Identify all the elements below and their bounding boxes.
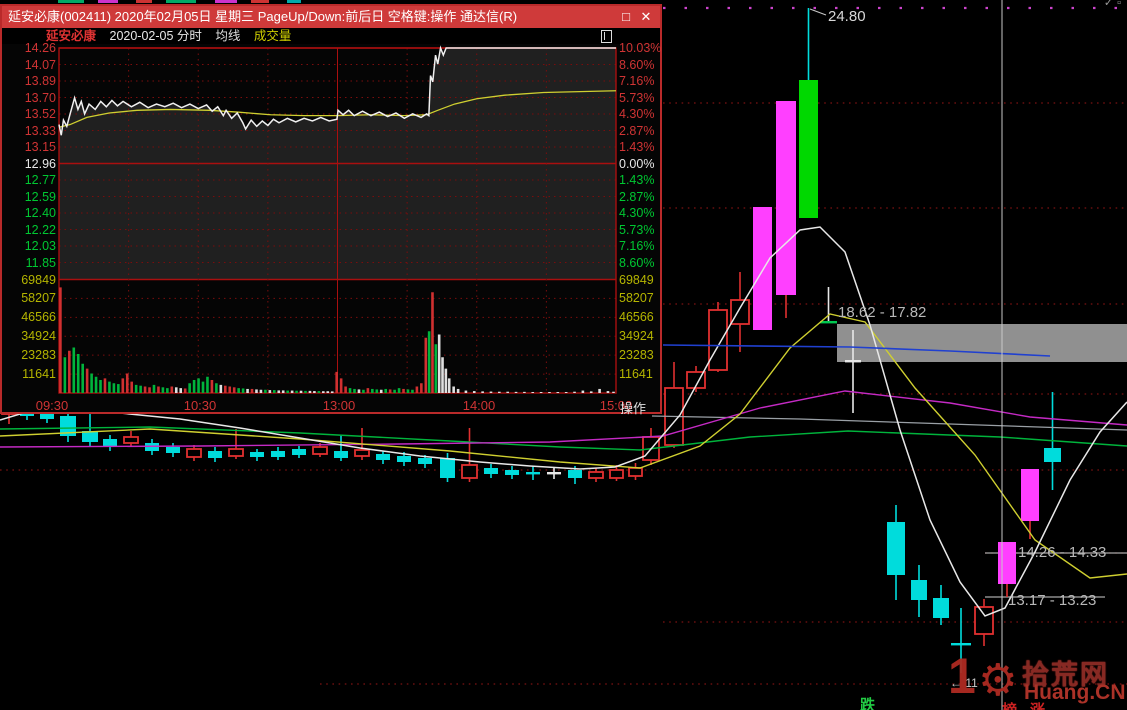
axis-tick-label: 2.87% — [619, 190, 665, 204]
page-icon[interactable] — [601, 30, 612, 43]
axis-tick-label: 46566 — [619, 310, 665, 324]
axis-tick-label: 13.15 — [6, 140, 56, 154]
axis-tick-label: 11641 — [6, 367, 56, 381]
price-annotation: 24.80 — [828, 8, 866, 25]
axis-tick-label: 58207 — [6, 291, 56, 305]
axis-tick-label: 34924 — [6, 329, 56, 343]
axis-tick-label: 12.59 — [6, 190, 56, 204]
axis-tick-label: 13.52 — [6, 107, 56, 121]
volume-toggle-label[interactable]: 成交量 — [254, 29, 292, 43]
axis-tick-label: 13.33 — [6, 124, 56, 138]
axis-tick-label: 8.60% — [619, 58, 665, 72]
watermark-domain: Huang.CN — [1024, 681, 1126, 705]
axis-tick-label: 12.40 — [6, 206, 56, 220]
clipped-bottom-label: 跌 — [860, 694, 875, 710]
axis-tick-label: 69849 — [619, 273, 665, 287]
axis-tick-label: 11.85 — [6, 256, 56, 270]
axis-tick-label: 2.87% — [619, 124, 665, 138]
time-tick-label: 09:30 — [30, 398, 74, 413]
axis-tick-label: 4.30% — [619, 206, 665, 220]
axis-tick-label: 5.73% — [619, 223, 665, 237]
axis-tick-label: 12.77 — [6, 173, 56, 187]
price-annotation: 14.26 - 14.33 — [1018, 544, 1106, 561]
gear-icon: ⚙ — [978, 655, 1017, 706]
time-tick-label: 13:00 — [317, 398, 361, 413]
shihuang-watermark-logo: 1 ⚙ 拾荒网 Huang.CN — [948, 653, 1127, 710]
ma-toggle-label[interactable]: 均线 — [215, 29, 240, 43]
tdx-app-screen: 24.80 18.62 - 17.82 14.26 - 14.33 13.17 - 1… — [0, 0, 1127, 710]
axis-tick-label: 12.22 — [6, 223, 56, 237]
axis-tick-label: 13.89 — [6, 74, 56, 88]
axis-tick-label: 8.60% — [619, 256, 665, 270]
axis-tick-label: 1.43% — [619, 173, 665, 187]
axis-tick-label: 14.26 — [6, 41, 56, 55]
axis-tick-label: 11641 — [619, 367, 665, 381]
watermark-number: 1 — [948, 647, 972, 705]
intraday-popup-window: 延安必康(002411) 2020年02月05日 星期三 PageUp/Down… — [0, 4, 662, 414]
action-menu-label[interactable]: 操作 — [620, 398, 646, 417]
axis-tick-label: 1.43% — [619, 140, 665, 154]
axis-tick-label: 69849 — [6, 273, 56, 287]
axis-tick-label: 13.70 — [6, 91, 56, 105]
close-window-button[interactable]: ✕ — [638, 6, 654, 27]
axis-tick-label: 12.96 — [6, 157, 56, 171]
time-tick-label: 14:00 — [457, 398, 501, 413]
axis-tick-label: 14.07 — [6, 58, 56, 72]
axis-tick-label: 58207 — [619, 291, 665, 305]
axis-tick-label: 0.00% — [619, 157, 665, 171]
axis-tick-label: 12.03 — [6, 239, 56, 253]
axis-tick-label: 34924 — [619, 329, 665, 343]
axis-tick-label: 23283 — [6, 348, 56, 362]
axis-tick-label: 46566 — [6, 310, 56, 324]
price-annotation: 18.62 - 17.82 — [838, 304, 926, 321]
axis-tick-label: 10.03% — [619, 41, 665, 55]
restore-window-button[interactable]: □ — [618, 6, 634, 27]
clipped-window-icons: ✓▫ — [1104, 0, 1125, 5]
axis-tick-label: 7.16% — [619, 74, 665, 88]
popup-titlebar[interactable]: 延安必康(002411) 2020年02月05日 星期三 PageUp/Down… — [2, 6, 660, 28]
intraday-chart-canvas[interactable] — [2, 44, 664, 396]
axis-tick-label: 4.30% — [619, 107, 665, 121]
popup-subheader: 延安必康 2020-02-05 分时 均线 成交量 — [2, 28, 660, 44]
time-tick-label: 10:30 — [178, 398, 222, 413]
axis-tick-label: 23283 — [619, 348, 665, 362]
popup-title: 延安必康(002411) 2020年02月05日 星期三 PageUp/Down… — [2, 9, 517, 24]
date-mode-label: 2020-02-05 分时 — [110, 29, 202, 43]
price-annotation: 13.17 - 13.23 — [1008, 592, 1096, 609]
axis-tick-label: 7.16% — [619, 239, 665, 253]
axis-tick-label: 5.73% — [619, 91, 665, 105]
